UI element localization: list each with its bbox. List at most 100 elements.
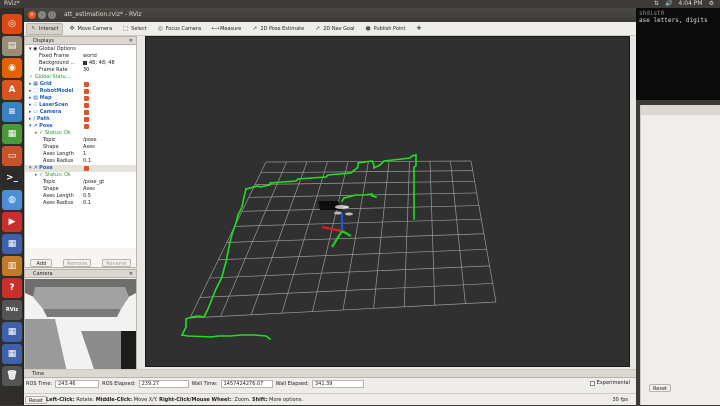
tree-row-value-cell[interactable]: 48; 48; 48 xyxy=(83,60,115,67)
tree-row[interactable]: ▸ ✓ Status: Ok xyxy=(25,172,136,179)
tool-label: Move Camera xyxy=(77,25,113,32)
tree-row[interactable]: ▸ ▧ Map xyxy=(25,95,136,102)
trash-icon[interactable]: 🗑 xyxy=(2,366,22,386)
wall-elapsed-field[interactable]: 341.39 xyxy=(311,380,364,388)
wall-time-label: Wall Time: xyxy=(191,381,218,387)
tree-row-value-cell[interactable]: 1 xyxy=(83,151,86,158)
tree-row-value-cell[interactable]: 0.1 xyxy=(83,158,91,165)
enabled-checkbox[interactable] xyxy=(84,117,89,122)
enabled-checkbox[interactable] xyxy=(84,89,89,94)
3d-render-view[interactable] xyxy=(145,36,630,367)
tree-row[interactable]: Topic/pose xyxy=(25,137,136,144)
tree-row[interactable]: ▸ ▦ Grid xyxy=(25,81,136,88)
tool-2d-nav-goal[interactable]: ➚ 2D Nav Goal xyxy=(310,23,358,35)
archive-icon[interactable]: ▥ xyxy=(2,256,22,276)
close-icon[interactable]: ✕ xyxy=(129,37,133,45)
ubuntu-logo-icon[interactable]: ◎ xyxy=(2,14,22,34)
tree-row[interactable]: Shape Axes xyxy=(25,144,136,151)
rviz-icon[interactable]: RViz xyxy=(2,300,22,320)
enabled-checkbox[interactable] xyxy=(84,110,89,115)
tree-row[interactable]: ▸ ⬚ RobotModel xyxy=(25,88,136,95)
tree-row[interactable]: ▸ ✓ Status: Ok xyxy=(25,130,136,137)
ros-time-field[interactable]: 243.46 xyxy=(55,380,100,388)
help-icon[interactable]: ? xyxy=(2,278,22,298)
experimental-toggle[interactable]: Experimental xyxy=(589,380,630,386)
tree-row-key: Shape xyxy=(43,144,59,150)
tool-add[interactable]: ✚ xyxy=(411,23,426,35)
terminal-window[interactable]: shdist0 ase letters, digits xyxy=(636,8,720,100)
enabled-checkbox[interactable] xyxy=(84,124,89,129)
tree-row-value-cell[interactable]: Axes xyxy=(83,144,95,151)
tree-row-key: ▾ ↗ Pose xyxy=(29,165,53,171)
tree-row-value: /pose_gt xyxy=(83,179,105,185)
tree-row-value-cell[interactable]: 0.5 xyxy=(83,193,91,200)
remove-button[interactable]: Remove xyxy=(63,259,92,267)
enabled-checkbox[interactable] xyxy=(84,166,89,171)
tree-row[interactable]: ▾ ↗ Pose xyxy=(25,123,136,130)
video-icon[interactable]: ▶ xyxy=(2,212,22,232)
tree-row[interactable]: Frame Rate 30 xyxy=(25,67,136,74)
software-center-icon[interactable]: A xyxy=(2,80,22,100)
tree-row[interactable]: ▸ ∕ Path xyxy=(25,116,136,123)
calc-icon[interactable]: ▦ xyxy=(2,124,22,144)
tree-row[interactable]: ✓ Global Statu... xyxy=(25,74,136,81)
enabled-checkbox[interactable] xyxy=(84,103,89,108)
grid-app-2-icon[interactable]: ▦ xyxy=(2,344,22,364)
tree-row[interactable]: Axes Radius 0.1 xyxy=(25,158,136,165)
network-icon[interactable]: ⇅ xyxy=(654,0,659,8)
tool-measure[interactable]: ⟷ Measure xyxy=(207,23,245,35)
tree-row-value-cell[interactable]: Axes xyxy=(83,186,95,193)
tool-publish-point[interactable]: ● Publish Point xyxy=(361,23,410,35)
writer-icon[interactable]: ≡ xyxy=(2,102,22,122)
ros-elapsed-field[interactable]: 239.27 xyxy=(138,380,189,388)
tool-interact[interactable]: ↖ Interact xyxy=(26,22,63,35)
terminal-icon[interactable]: >_ xyxy=(2,168,22,188)
background-window[interactable]: Reset xyxy=(640,105,720,405)
wall-time-field[interactable]: 1457424276.07 xyxy=(220,380,273,388)
settings-icon[interactable]: ⚙ xyxy=(709,0,714,8)
tree-row[interactable]: ▾ ↗ Pose xyxy=(25,165,136,172)
tree-row[interactable]: Axes Length 1 xyxy=(25,151,136,158)
tool-focus-camera[interactable]: ◎ Focus Camera xyxy=(153,23,206,35)
tree-row[interactable]: ▸ ▭ Camera xyxy=(25,109,136,116)
displays-tree[interactable]: ▾ ◉ Global Options Fixed Frame world Backgr… xyxy=(25,46,136,248)
camera-view[interactable] xyxy=(25,279,136,372)
reset-button[interactable]: Reset xyxy=(25,396,47,404)
tree-row-value-cell[interactable]: 30 xyxy=(83,67,89,74)
chrome-icon[interactable]: ◍ xyxy=(2,190,22,210)
close-window-icon[interactable]: ✕ xyxy=(28,11,36,19)
tree-row-value-cell[interactable]: /pose_gt xyxy=(83,179,104,186)
minimize-window-icon[interactable]: – xyxy=(38,11,46,19)
close-icon[interactable]: ✕ xyxy=(129,270,133,278)
maximize-window-icon[interactable]: □ xyxy=(48,11,56,19)
tree-row[interactable]: ▾ ◉ Global Options xyxy=(25,46,136,53)
tree-row[interactable]: ▸ ⁘ LaserScan xyxy=(25,102,136,109)
enabled-checkbox[interactable] xyxy=(84,82,89,87)
experimental-checkbox[interactable] xyxy=(589,380,595,386)
add-button[interactable]: Add xyxy=(30,259,53,267)
tree-row-value-cell[interactable]: /pose xyxy=(83,137,97,144)
grid-app-icon[interactable]: ▦ xyxy=(2,322,22,342)
tree-row-value-cell[interactable]: 0.1 xyxy=(83,200,91,207)
tree-row[interactable]: Axes Radius 0.1 xyxy=(25,200,136,207)
enabled-checkbox[interactable] xyxy=(84,96,89,101)
tree-row[interactable]: Axes Length 0.5 xyxy=(25,193,136,200)
tool-move-camera[interactable]: ✥ Move Camera xyxy=(65,23,117,35)
files-icon[interactable]: ▤ xyxy=(2,36,22,56)
clock[interactable]: 4:04 PM xyxy=(678,0,702,8)
rename-button[interactable]: Rename xyxy=(102,259,131,267)
impress-icon[interactable]: ▭ xyxy=(2,146,22,166)
firefox-icon[interactable]: ◉ xyxy=(2,58,22,78)
calculator-icon[interactable]: ▦ xyxy=(2,234,22,254)
tree-row[interactable]: Fixed Frame world xyxy=(25,53,136,60)
reset-button-background[interactable]: Reset xyxy=(649,384,671,392)
tree-row[interactable]: Background ... 48; 48; 48 xyxy=(25,60,136,67)
system-tray[interactable]: ⇅ 🔊 4:04 PM ⚙ xyxy=(654,0,714,8)
tool-select[interactable]: ⬚ Select xyxy=(118,23,150,35)
tree-row-value: 1 xyxy=(83,151,87,157)
tree-row-value-cell[interactable]: world xyxy=(83,53,97,60)
tool-2d-pose-estimate[interactable]: ➚ 2D Pose Estimate xyxy=(247,23,308,35)
volume-icon[interactable]: 🔊 xyxy=(665,0,672,8)
tree-row[interactable]: Shape Axes xyxy=(25,186,136,193)
tree-row[interactable]: Topic/pose_gt xyxy=(25,179,136,186)
